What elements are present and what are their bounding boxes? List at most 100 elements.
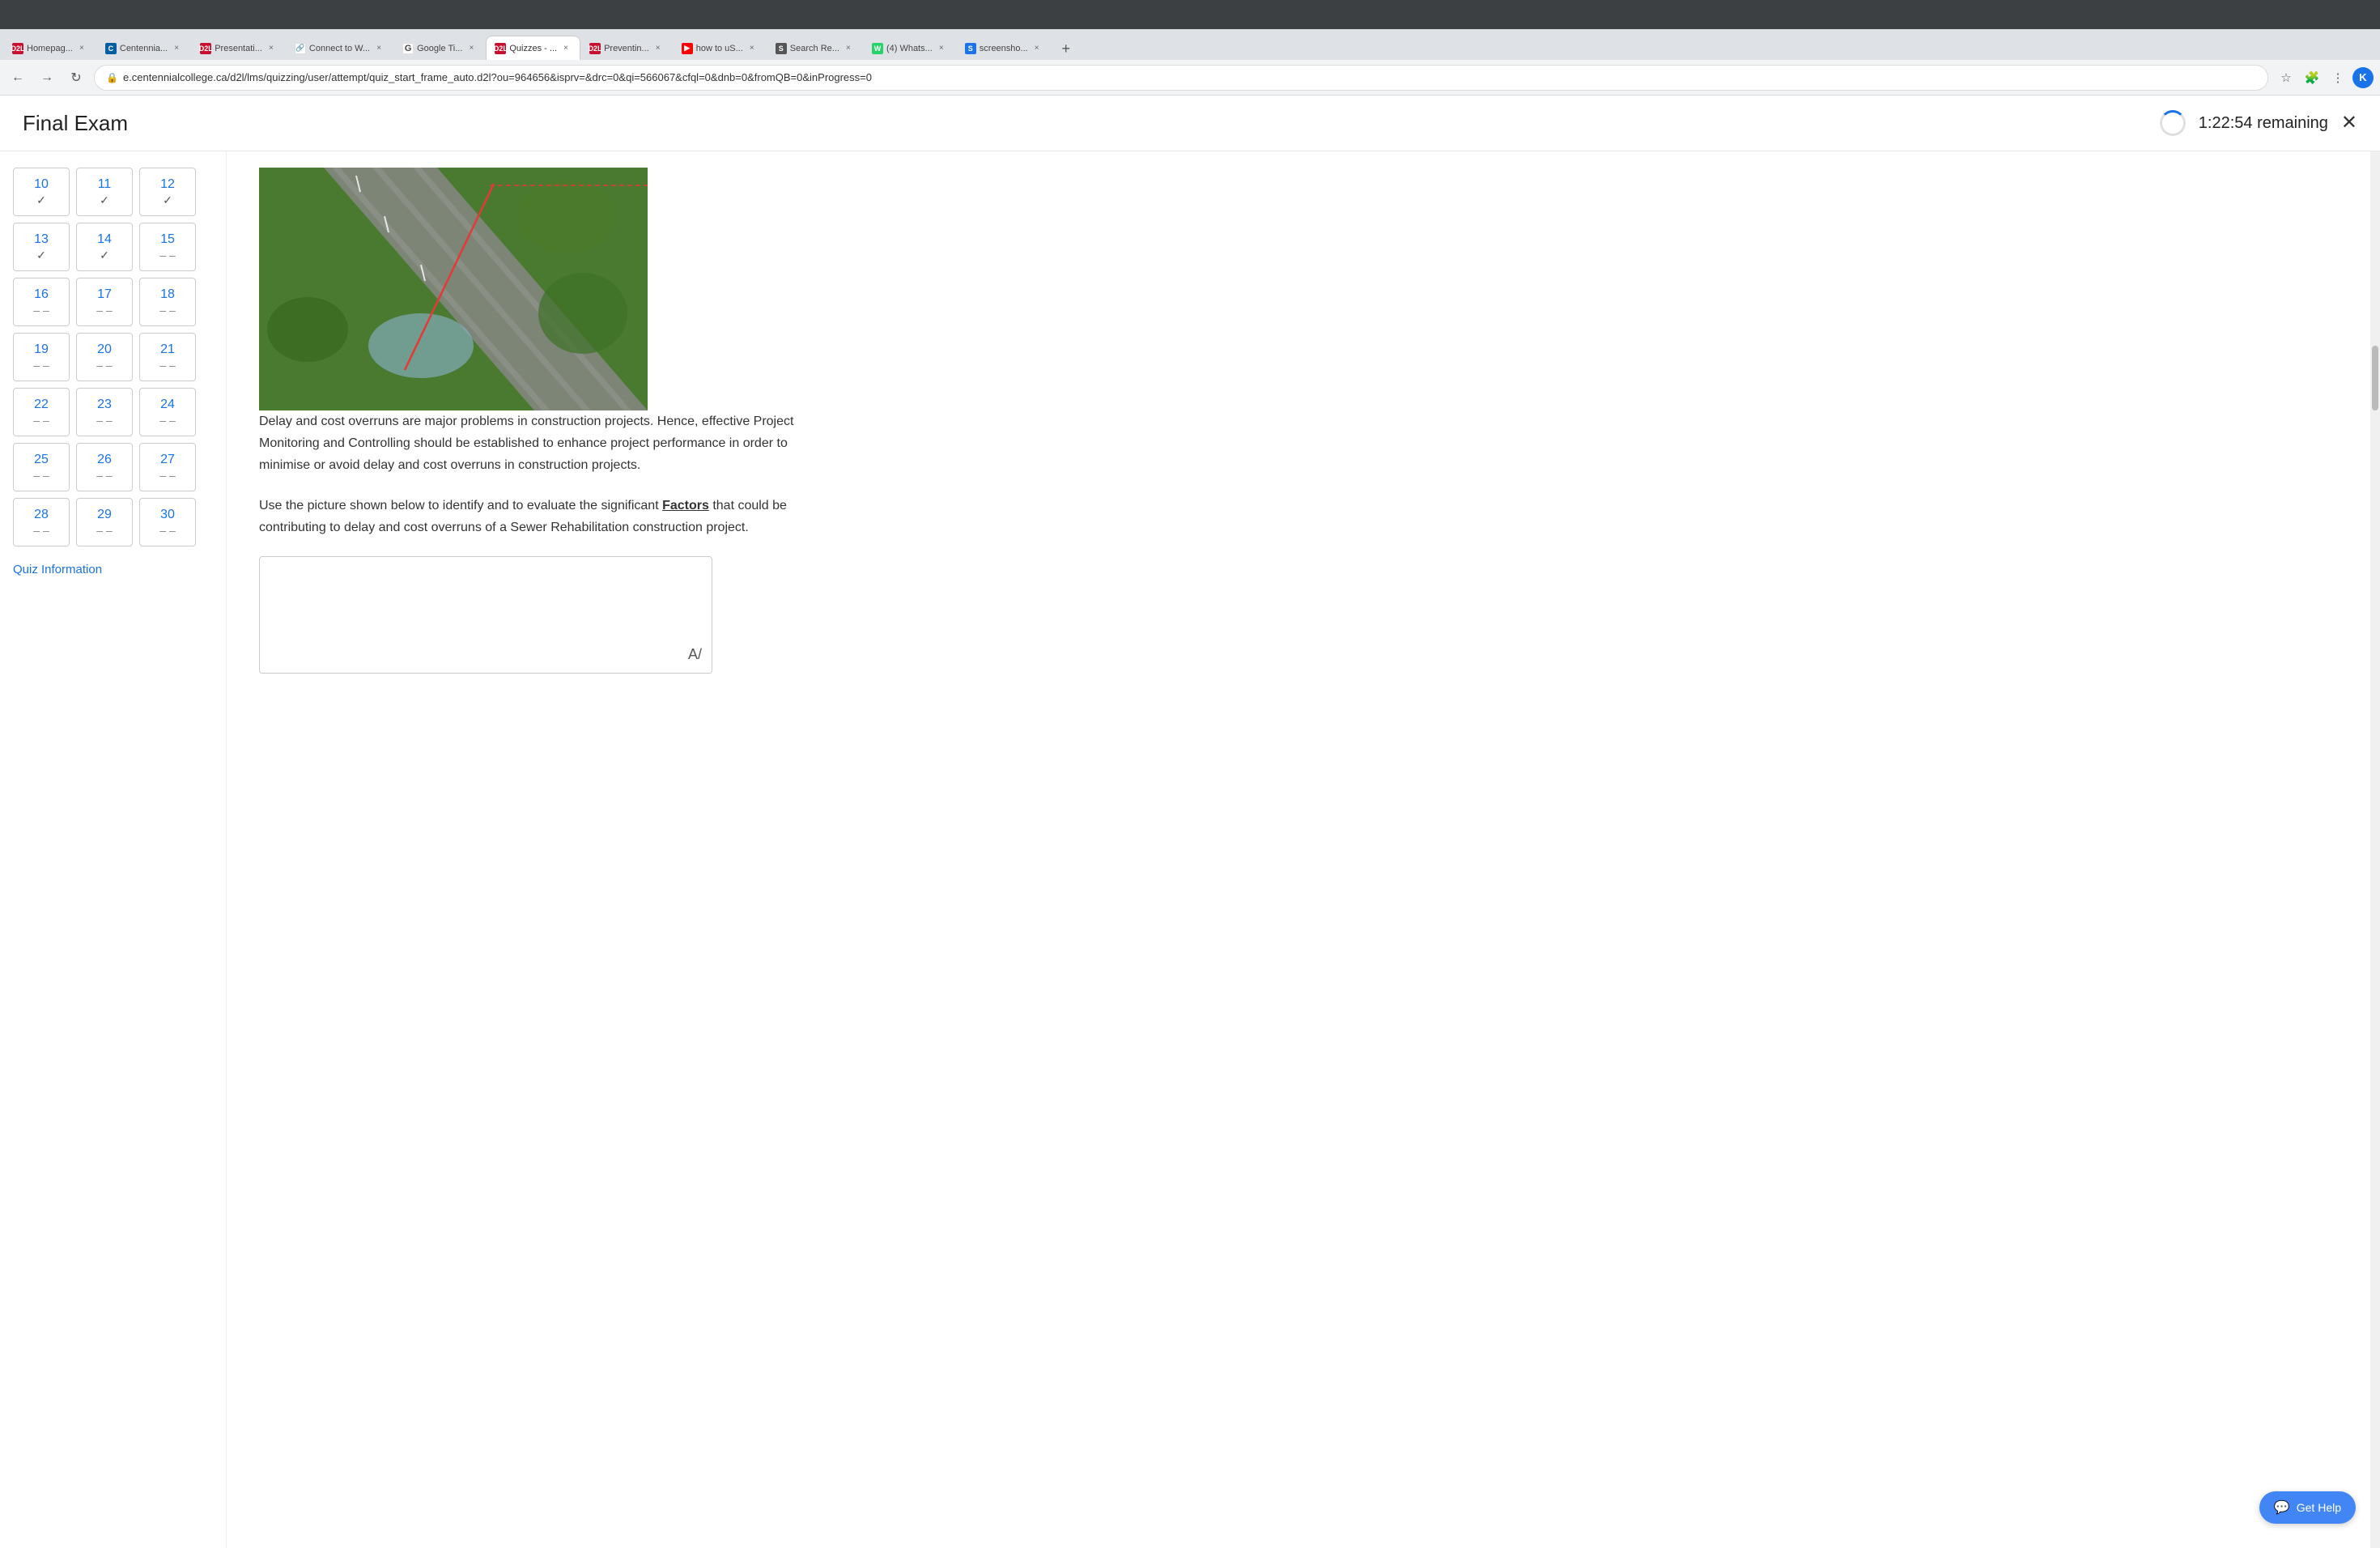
- tab-google[interactable]: G Google Ti... ×: [393, 36, 486, 60]
- tab-favicon-homepage: D2L: [12, 43, 23, 54]
- tab-label-connect: Connect to W...: [309, 44, 370, 53]
- question-cell-17[interactable]: 17 – –: [76, 278, 133, 326]
- question-cell-22[interactable]: 22 – –: [13, 388, 70, 436]
- question-cell-23[interactable]: 23 – –: [76, 388, 133, 436]
- scroll-thumb[interactable]: [2372, 346, 2378, 410]
- tab-favicon-howto: ▶: [682, 43, 693, 54]
- question-cell-20[interactable]: 20 – –: [76, 333, 133, 381]
- question-status-20: – –: [96, 359, 112, 372]
- tab-close-whatsapp[interactable]: ×: [936, 43, 947, 54]
- question-status-30: – –: [159, 524, 175, 537]
- tab-quizzes[interactable]: D2L Quizzes - ... ×: [486, 36, 580, 60]
- tab-centennial[interactable]: C Centennia... ×: [96, 36, 191, 60]
- tab-close-preventing[interactable]: ×: [652, 43, 664, 54]
- question-status-27: – –: [159, 469, 175, 482]
- tab-close-howto[interactable]: ×: [746, 43, 758, 54]
- tab-favicon-connect: 🔗: [295, 43, 306, 54]
- question-cell-14[interactable]: 14 ✓: [76, 223, 133, 271]
- question-status-22: – –: [33, 414, 49, 427]
- tab-close-quizzes[interactable]: ×: [560, 43, 572, 54]
- tab-favicon-centennial: C: [105, 43, 117, 54]
- get-help-button[interactable]: 💬 Get Help: [2259, 1491, 2356, 1524]
- back-button[interactable]: ←: [6, 66, 29, 89]
- extensions-button[interactable]: 🧩: [2301, 66, 2323, 89]
- address-field[interactable]: 🔒 e.centennialcollege.ca/d2l/lms/quizzin…: [94, 65, 2268, 91]
- question-cell-24[interactable]: 24 – –: [139, 388, 196, 436]
- question-cell-21[interactable]: 21 – –: [139, 333, 196, 381]
- browser-actions: ☆ 🧩 ⋮ K: [2275, 66, 2374, 89]
- new-tab-button[interactable]: +: [1055, 37, 1077, 60]
- question-num-30: 30: [160, 508, 175, 522]
- question-status-28: – –: [33, 524, 49, 537]
- question-cell-25[interactable]: 25 – –: [13, 443, 70, 491]
- question-body: Delay and cost overruns are major proble…: [259, 410, 810, 538]
- tab-close-search[interactable]: ×: [843, 43, 854, 54]
- question-cell-28[interactable]: 28 – –: [13, 498, 70, 546]
- question-num-14: 14: [97, 232, 112, 247]
- tab-howto[interactable]: ▶ how to uS... ×: [673, 36, 767, 60]
- tab-close-google[interactable]: ×: [465, 43, 477, 54]
- question-cell-30[interactable]: 30 – –: [139, 498, 196, 546]
- answer-input-area[interactable]: [270, 567, 702, 640]
- close-exam-button[interactable]: ✕: [2341, 113, 2357, 133]
- question-num-18: 18: [160, 287, 175, 302]
- question-num-29: 29: [97, 508, 112, 522]
- question-cell-26[interactable]: 26 – –: [76, 443, 133, 491]
- factors-label: Factors: [662, 499, 709, 512]
- bookmark-button[interactable]: ☆: [2275, 66, 2297, 89]
- reload-button[interactable]: ↻: [65, 66, 87, 89]
- tab-label-howto: how to uS...: [696, 44, 743, 53]
- tab-homepage[interactable]: D2L Homepag... ×: [3, 36, 96, 60]
- question-num-13: 13: [34, 232, 49, 247]
- formatting-icon[interactable]: A/: [688, 646, 702, 663]
- question-status-21: – –: [159, 359, 175, 372]
- question-cell-27[interactable]: 27 – –: [139, 443, 196, 491]
- scroll-track[interactable]: [2370, 151, 2380, 1548]
- tab-bar: D2L Homepag... × C Centennia... × D2L Pr…: [0, 29, 2380, 60]
- question-paragraph-2-prefix: Use the picture shown below to identify …: [259, 499, 662, 512]
- question-num-24: 24: [160, 398, 175, 412]
- quiz-info-link[interactable]: Quiz Information: [13, 563, 213, 576]
- question-num-15: 15: [160, 232, 175, 247]
- question-cell-15[interactable]: 15 – –: [139, 223, 196, 271]
- tab-presentation[interactable]: D2L Presentati... ×: [191, 36, 286, 60]
- profile-button[interactable]: K: [2352, 67, 2374, 88]
- question-cell-19[interactable]: 19 – –: [13, 333, 70, 381]
- question-cell-13[interactable]: 13 ✓: [13, 223, 70, 271]
- content-area: Delay and cost overruns are major proble…: [227, 151, 2380, 1548]
- question-cell-16[interactable]: 16 – –: [13, 278, 70, 326]
- tab-close-connect[interactable]: ×: [373, 43, 385, 54]
- tab-whatsapp[interactable]: W (4) Whats... ×: [863, 36, 956, 60]
- tab-close-presentation[interactable]: ×: [266, 43, 277, 54]
- tab-search[interactable]: S Search Re... ×: [767, 36, 863, 60]
- tab-label-screenshot: screensho...: [980, 44, 1028, 53]
- question-num-12: 12: [160, 177, 175, 192]
- question-cell-10[interactable]: 10 ✓: [13, 168, 70, 216]
- question-cell-18[interactable]: 18 – –: [139, 278, 196, 326]
- question-grid: 10 ✓ 11 ✓ 12 ✓ 13 ✓ 14 ✓: [13, 168, 213, 546]
- question-cell-12[interactable]: 12 ✓: [139, 168, 196, 216]
- question-status-29: – –: [96, 524, 112, 537]
- tab-close-homepage[interactable]: ×: [76, 43, 87, 54]
- answer-box[interactable]: A/: [259, 556, 712, 674]
- tab-close-centennial[interactable]: ×: [171, 43, 182, 54]
- tab-preventing[interactable]: D2L Preventin... ×: [580, 36, 673, 60]
- question-cell-29[interactable]: 29 – –: [76, 498, 133, 546]
- page-container: Final Exam 1:22:54 remaining ✕ 10 ✓ 11 ✓: [0, 96, 2380, 1548]
- highway-svg: [259, 168, 648, 410]
- forward-button[interactable]: →: [36, 66, 58, 89]
- tab-favicon-screenshot: S: [965, 43, 976, 54]
- question-status-24: – –: [159, 414, 175, 427]
- tab-label-search: Search Re...: [790, 44, 839, 53]
- get-help-label: Get Help: [2297, 1501, 2341, 1514]
- tab-connect[interactable]: 🔗 Connect to W... ×: [286, 36, 393, 60]
- exam-timer-area: 1:22:54 remaining ✕: [2160, 110, 2357, 136]
- question-status-13: ✓: [36, 249, 46, 262]
- question-status-15: – –: [159, 249, 175, 262]
- more-options-button[interactable]: ⋮: [2327, 66, 2349, 89]
- question-status-16: – –: [33, 304, 49, 317]
- tab-label-google: Google Ti...: [417, 44, 462, 53]
- tab-screenshot[interactable]: S screensho... ×: [956, 36, 1052, 60]
- tab-close-screenshot[interactable]: ×: [1031, 43, 1043, 54]
- question-cell-11[interactable]: 11 ✓: [76, 168, 133, 216]
